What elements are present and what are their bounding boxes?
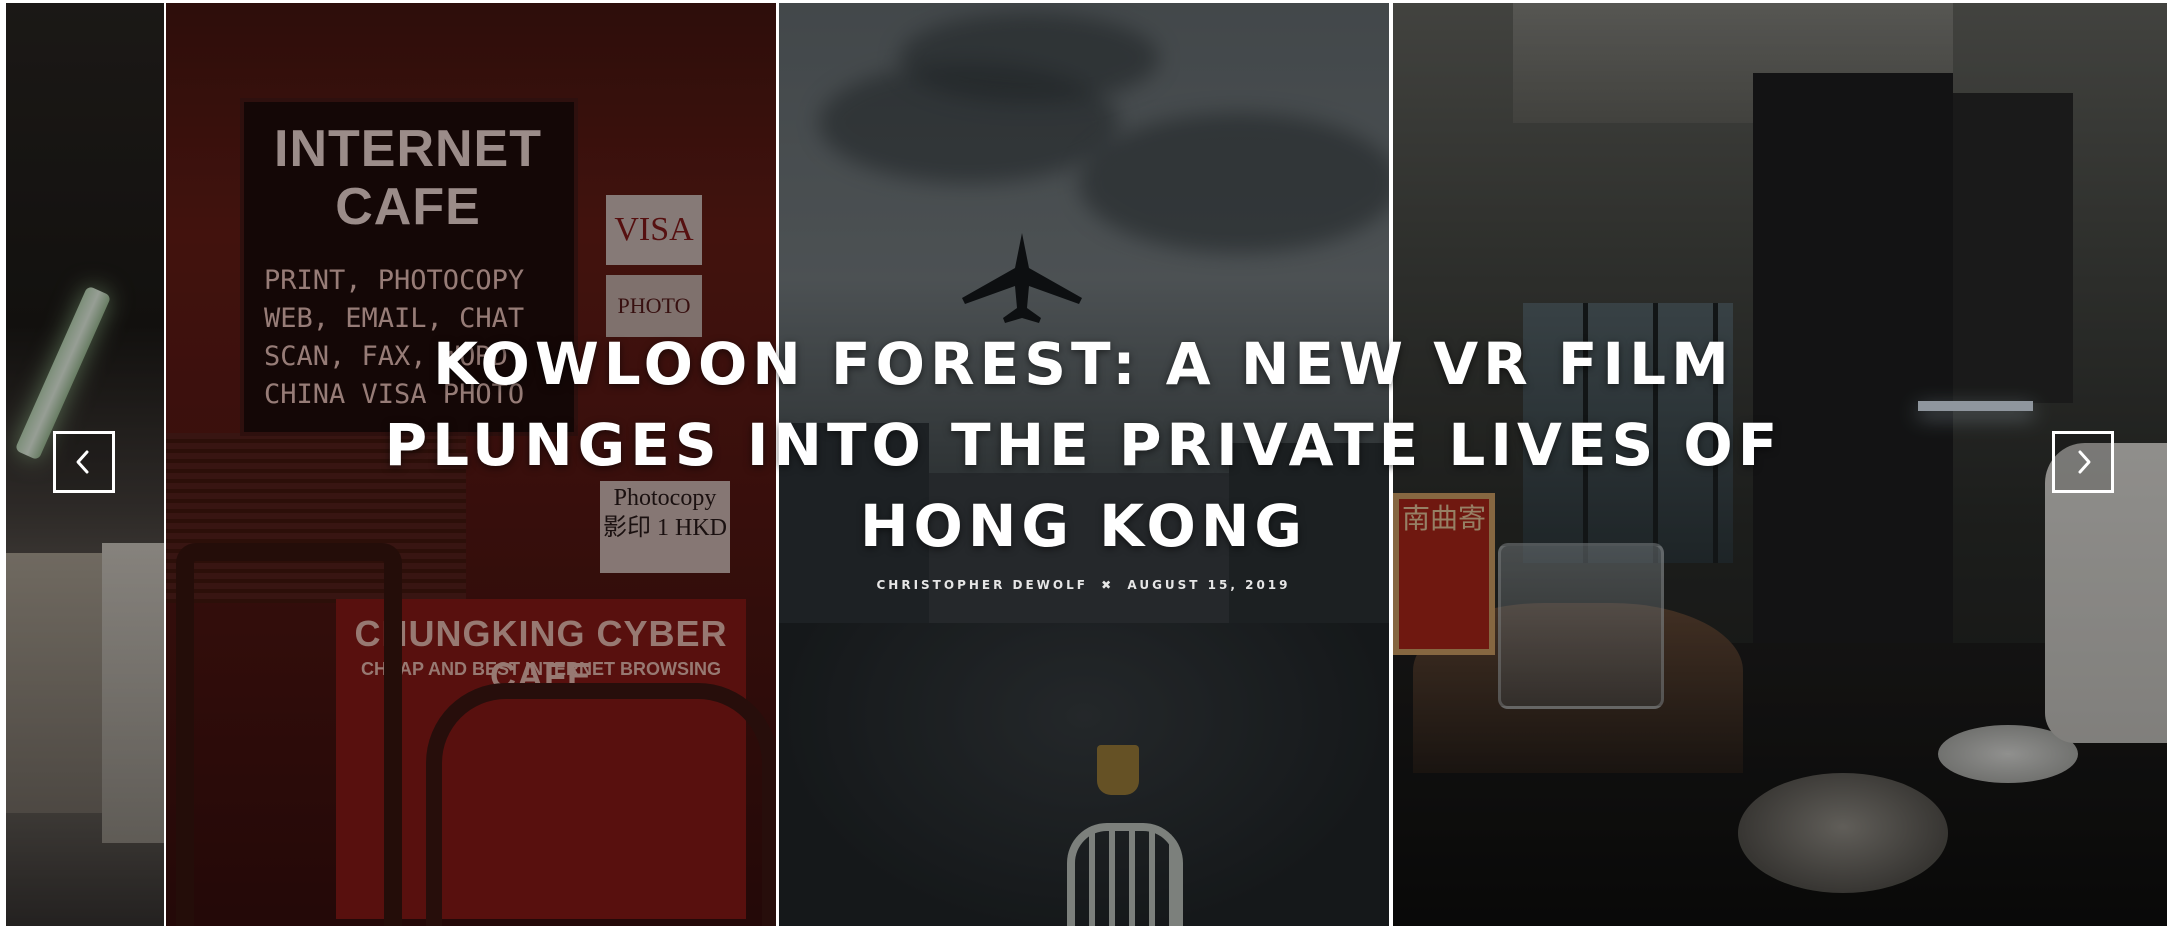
slide-image-internet-cafe: INTERNET CAFE PRINT, PHOTOCOPY WEB, EMAI…: [166, 3, 776, 926]
chevron-right-icon: [2078, 450, 2091, 474]
chevron-left-icon: [76, 450, 89, 474]
previous-slide-button[interactable]: [53, 431, 115, 493]
hero-slider: INTERNET CAFE PRINT, PHOTOCOPY WEB, EMAI…: [0, 0, 2167, 926]
next-slide-button[interactable]: [2052, 431, 2114, 493]
slide-image-apartment: 南曲寄: [1393, 3, 2167, 926]
slide-image-plane-over-buildings: [779, 3, 1389, 926]
